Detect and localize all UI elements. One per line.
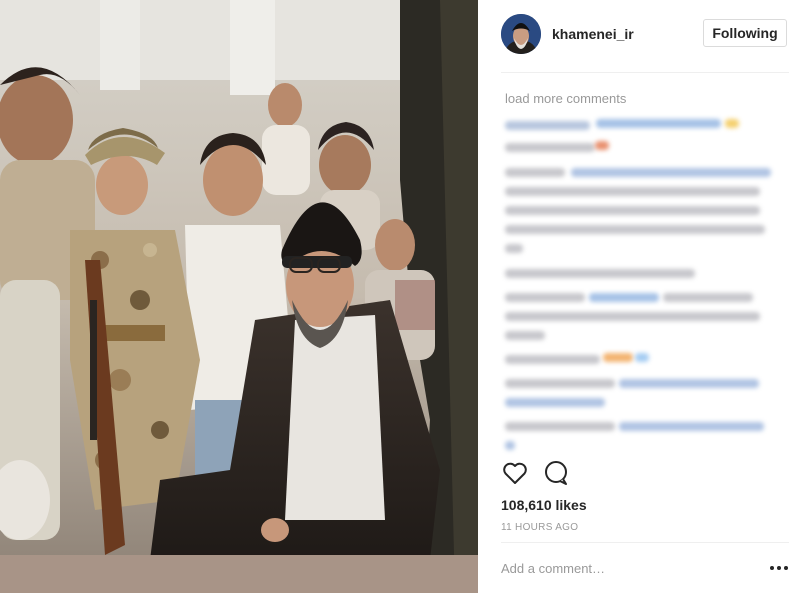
comment-divider: [501, 542, 789, 543]
header-divider: [501, 72, 789, 73]
following-button[interactable]: Following: [703, 19, 787, 47]
blurred-emoji: [595, 141, 609, 150]
add-comment-input[interactable]: [501, 556, 751, 580]
blurred-emoji: [635, 353, 649, 362]
blurred-comment-line: [619, 422, 764, 431]
blurred-comment-line: [505, 143, 595, 152]
blurred-comment-line: [663, 293, 753, 302]
post-timestamp[interactable]: 11 HOURS AGO: [501, 522, 578, 533]
blurred-comment-line: [505, 168, 565, 177]
blurred-comment-line: [505, 206, 760, 215]
blurred-comment-line: [505, 355, 600, 364]
post-header: khamenei_ir Following: [478, 0, 796, 72]
blurred-comment-line: [596, 119, 721, 128]
likes-count[interactable]: 108,610 likes: [501, 497, 587, 513]
more-options-icon[interactable]: [768, 560, 790, 576]
heart-icon[interactable]: [501, 460, 529, 488]
blurred-comment-line: [589, 293, 659, 302]
post-photo-illustration: [0, 0, 478, 593]
blurred-comment-line: [505, 225, 765, 234]
blurred-comment-line: [505, 441, 515, 450]
blurred-comment-line: [505, 379, 615, 388]
blurred-comment-line: [505, 121, 590, 130]
blurred-comment-line: [505, 269, 695, 278]
profile-avatar[interactable]: [501, 14, 541, 54]
blurred-comment-line: [505, 422, 615, 431]
blurred-emoji: [725, 119, 739, 128]
comment-bubble-icon[interactable]: [542, 460, 570, 488]
post-photo[interactable]: [0, 0, 478, 593]
blurred-comment-line: [505, 312, 760, 321]
username[interactable]: khamenei_ir: [552, 26, 634, 42]
blurred-comment-line: [505, 331, 545, 340]
blurred-emoji: [603, 353, 633, 362]
blurred-comment-line: [505, 398, 605, 407]
avatar-image: [501, 14, 541, 54]
blurred-comment-line: [571, 168, 771, 177]
comments-list: [501, 113, 791, 456]
blurred-comment-line: [619, 379, 759, 388]
blurred-comment-line: [505, 293, 585, 302]
blurred-comment-line: [505, 187, 760, 196]
post-panel: khamenei_ir Following load more comments: [478, 0, 796, 593]
blurred-comment-line: [505, 244, 523, 253]
load-more-comments-link[interactable]: load more comments: [505, 91, 626, 106]
